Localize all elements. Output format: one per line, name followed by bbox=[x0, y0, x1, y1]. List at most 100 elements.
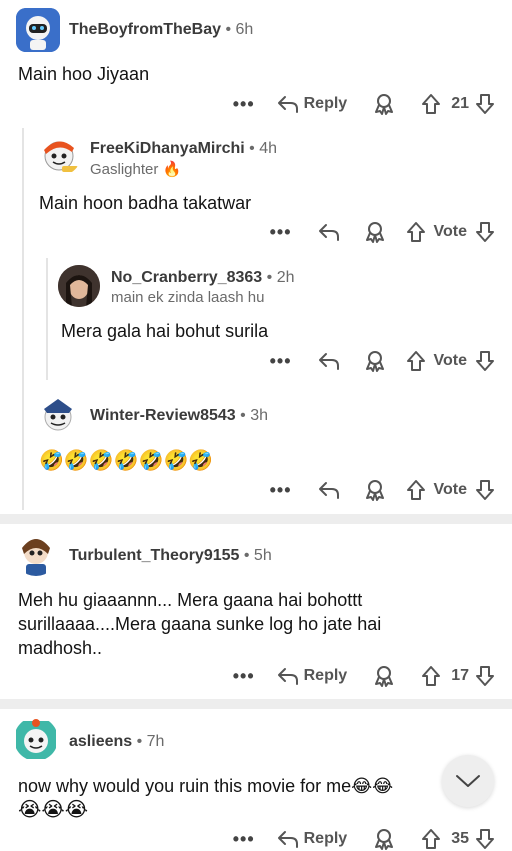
award-button[interactable] bbox=[373, 93, 395, 115]
comment-separator bbox=[0, 514, 512, 524]
downvote-button[interactable] bbox=[475, 665, 495, 687]
award-button[interactable] bbox=[364, 221, 386, 243]
award-icon bbox=[375, 94, 394, 115]
more-icon[interactable]: ••• bbox=[233, 666, 255, 687]
username-text[interactable]: No_Cranberry_8363 bbox=[111, 269, 262, 286]
award-button[interactable] bbox=[364, 479, 386, 501]
reply-arrow-icon bbox=[318, 353, 339, 370]
upvote-icon bbox=[406, 351, 425, 371]
avatar[interactable] bbox=[16, 8, 60, 52]
reply-button[interactable]: Reply bbox=[277, 666, 348, 686]
upvote-button[interactable] bbox=[421, 93, 441, 115]
vote-label: Vote bbox=[433, 352, 467, 369]
reply-arrow-icon bbox=[277, 668, 298, 685]
downvote-button[interactable] bbox=[475, 479, 495, 501]
avatar-snoo-icon bbox=[22, 539, 50, 576]
username-text[interactable]: Turbulent_Theory9155 bbox=[69, 547, 239, 564]
reply-button[interactable] bbox=[318, 351, 340, 371]
timestamp: 6h bbox=[235, 21, 254, 38]
avatar[interactable] bbox=[36, 130, 82, 176]
comment-text-line-2: 😭😭😭 bbox=[18, 797, 89, 821]
award-icon bbox=[375, 829, 394, 850]
award-icon bbox=[365, 351, 384, 372]
reply-button[interactable]: Reply bbox=[277, 829, 348, 849]
downvote-button[interactable] bbox=[475, 350, 495, 372]
downvote-icon bbox=[476, 480, 494, 500]
separator-dot: • bbox=[225, 21, 236, 38]
reply-arrow-icon bbox=[277, 831, 298, 848]
more-icon[interactable]: ••• bbox=[270, 351, 292, 372]
username[interactable]: TheBoyfromTheBay • 6h bbox=[69, 21, 253, 39]
upvote-button[interactable] bbox=[421, 828, 441, 850]
downvote-button[interactable] bbox=[475, 828, 495, 850]
avatar[interactable] bbox=[58, 265, 100, 307]
username-text[interactable]: aslieens bbox=[69, 733, 132, 750]
username[interactable]: No_Cranberry_8363 • 2h bbox=[111, 269, 295, 287]
award-button[interactable] bbox=[373, 665, 395, 687]
username[interactable]: FreeKiDhanyaMirchi • 4h bbox=[90, 140, 277, 158]
downvote-button[interactable] bbox=[475, 93, 495, 115]
thread-line[interactable] bbox=[46, 258, 48, 380]
username-text[interactable]: FreeKiDhanyaMirchi bbox=[90, 140, 245, 157]
more-icon[interactable]: ••• bbox=[270, 222, 292, 243]
username-text[interactable]: Winter-Review8543 bbox=[90, 407, 236, 424]
avatar-snoo-icon bbox=[44, 141, 78, 172]
upvote-icon bbox=[422, 666, 441, 686]
reply-button[interactable]: Reply bbox=[277, 94, 348, 114]
chevron-down-icon bbox=[456, 775, 480, 787]
username[interactable]: Winter-Review8543 • 3h bbox=[90, 407, 268, 425]
more-icon[interactable]: ••• bbox=[233, 94, 255, 115]
avatar-photo-icon bbox=[58, 265, 100, 307]
award-button[interactable] bbox=[373, 828, 395, 850]
comment-text: Mera gala hai bohut surila bbox=[61, 321, 269, 341]
username-text[interactable]: TheBoyfromTheBay bbox=[69, 21, 221, 38]
avatar[interactable] bbox=[14, 532, 58, 576]
separator-dot: • bbox=[136, 733, 147, 750]
separator-dot: • bbox=[266, 269, 277, 286]
downvote-icon bbox=[476, 829, 494, 849]
comment-actions: ••• Vote bbox=[260, 478, 495, 502]
upvote-button[interactable] bbox=[421, 665, 441, 687]
comment-actions: ••• Vote bbox=[260, 220, 495, 244]
upvote-icon bbox=[406, 222, 425, 242]
more-icon[interactable]: ••• bbox=[233, 829, 255, 850]
avatar-snoo-icon bbox=[16, 719, 56, 759]
comment-actions: ••• Reply 35 bbox=[220, 827, 495, 851]
reply-arrow-icon bbox=[277, 96, 298, 113]
reply-label: Reply bbox=[303, 830, 348, 847]
comment-actions: ••• Reply 21 bbox=[230, 92, 495, 116]
more-icon[interactable]: ••• bbox=[270, 480, 292, 501]
award-button[interactable] bbox=[364, 350, 386, 372]
scroll-down-button[interactable] bbox=[442, 755, 494, 807]
upvote-button[interactable] bbox=[406, 221, 426, 243]
username[interactable]: aslieens • 7h bbox=[69, 733, 164, 751]
comment-text: 🤣🤣🤣🤣🤣🤣🤣 bbox=[39, 448, 214, 472]
thread-line[interactable] bbox=[22, 128, 24, 510]
user-flair: Gaslighter 🔥 bbox=[90, 161, 182, 178]
upvote-icon bbox=[422, 94, 441, 114]
reply-button[interactable] bbox=[318, 222, 340, 242]
comment-text: Meh hu giaaannn... Mera gaana hai bohott… bbox=[18, 590, 382, 658]
upvote-icon bbox=[422, 829, 441, 849]
separator-dot: • bbox=[240, 407, 251, 424]
downvote-icon bbox=[476, 94, 494, 114]
award-icon bbox=[365, 222, 384, 243]
upvote-icon bbox=[406, 480, 425, 500]
separator-dot: • bbox=[249, 140, 260, 157]
vote-label: Vote bbox=[433, 223, 467, 240]
avatar[interactable] bbox=[36, 393, 80, 437]
avatar-robot-icon bbox=[16, 8, 60, 52]
reply-label: Reply bbox=[303, 95, 348, 112]
username[interactable]: Turbulent_Theory9155 • 5h bbox=[69, 547, 272, 565]
reply-label: Reply bbox=[303, 667, 348, 684]
reply-button[interactable] bbox=[318, 480, 340, 500]
comment-actions: ••• Reply 17 bbox=[230, 664, 495, 688]
separator-dot: • bbox=[243, 547, 254, 564]
avatar[interactable] bbox=[14, 717, 58, 761]
avatar-snoo-icon bbox=[44, 399, 72, 431]
comment-separator bbox=[0, 699, 512, 709]
downvote-button[interactable] bbox=[475, 221, 495, 243]
upvote-button[interactable] bbox=[406, 350, 426, 372]
upvote-button[interactable] bbox=[406, 479, 426, 501]
award-icon bbox=[375, 666, 394, 687]
